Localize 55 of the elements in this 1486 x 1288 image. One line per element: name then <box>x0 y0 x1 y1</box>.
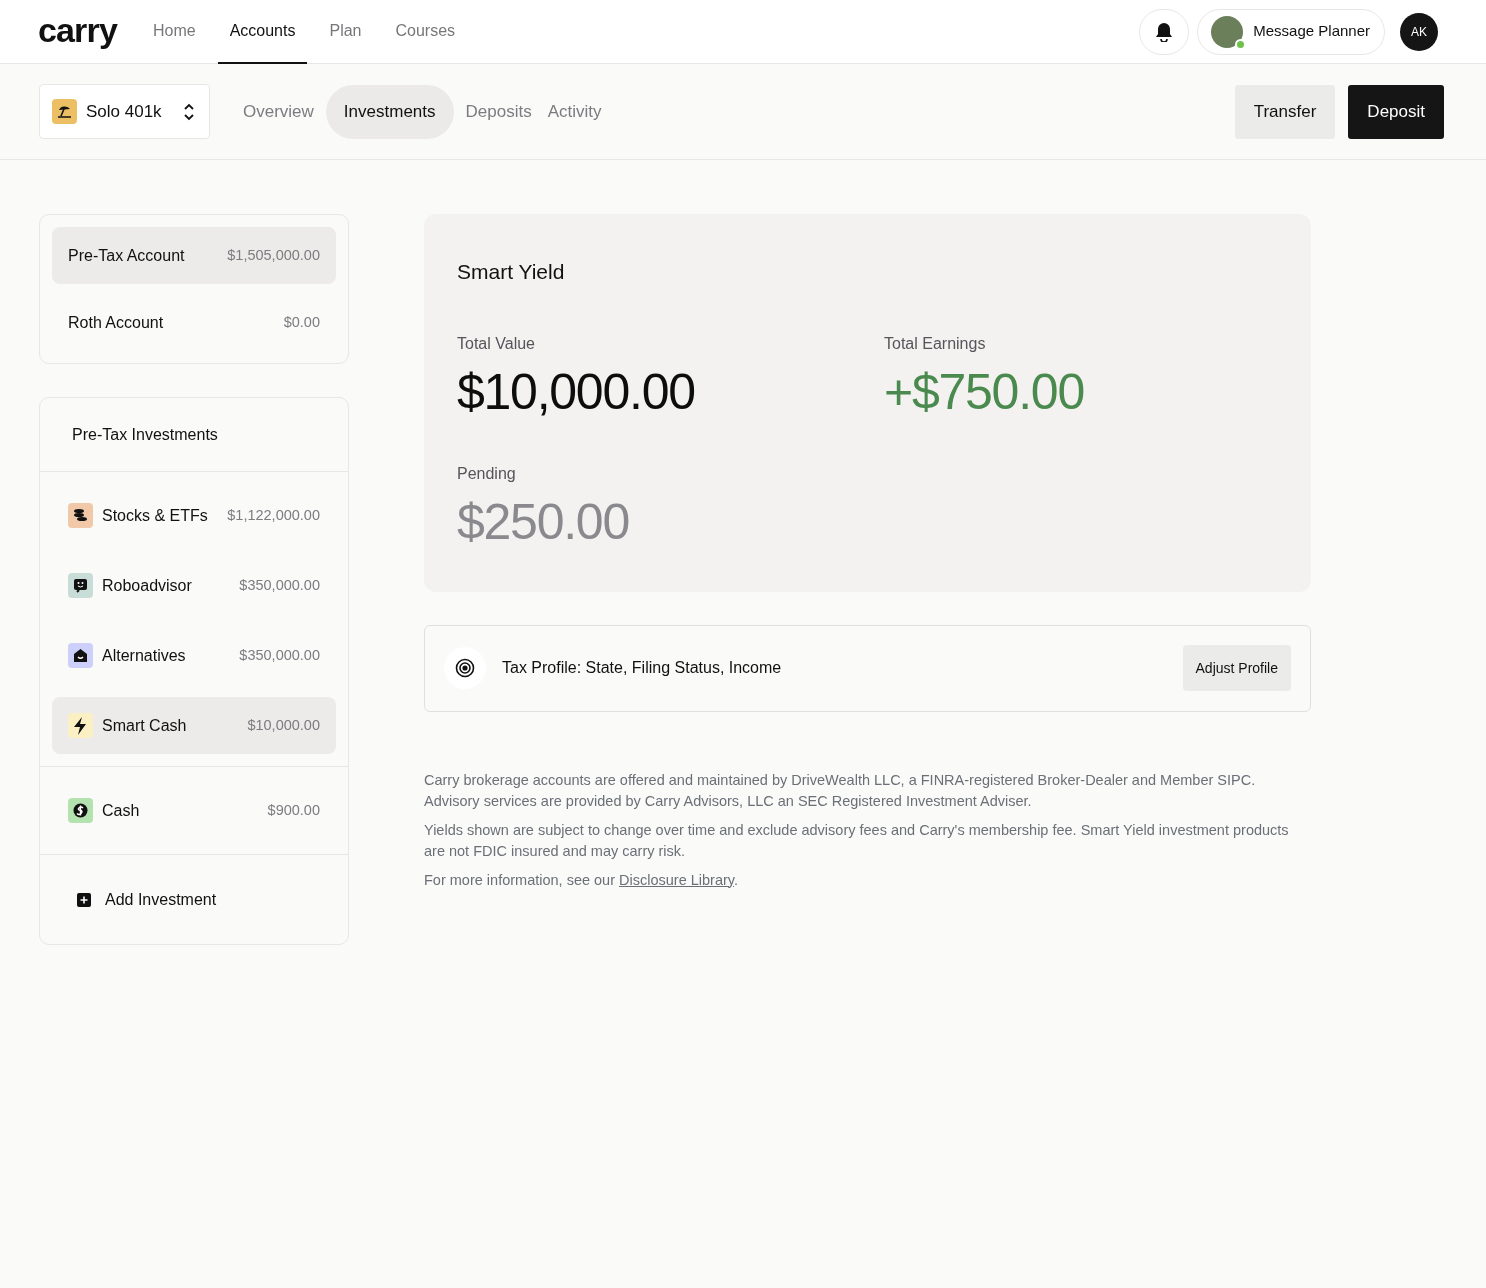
account-amount: $0.00 <box>283 312 320 332</box>
logo[interactable]: carry <box>38 12 117 47</box>
investment-name: Smart Cash <box>102 715 188 736</box>
account-name: Pre-Tax Account <box>68 245 185 266</box>
stat-label: Total Value <box>457 333 536 354</box>
tab[interactable]: Investments <box>325 84 454 139</box>
transfer-button[interactable]: Transfer <box>1234 84 1336 139</box>
nav-link[interactable]: Accounts <box>217 0 308 64</box>
account-name: Roth Account <box>68 312 164 333</box>
stat-value: +$750.00 <box>884 362 1085 422</box>
investment-name: Cash <box>102 800 141 821</box>
stat-label: Pending <box>457 463 517 484</box>
beach-umbrella-icon <box>52 99 77 124</box>
target-icon <box>455 658 475 678</box>
investment-row[interactable]: Smart Cash $10,000.00 <box>52 697 336 754</box>
disclosure-library-link[interactable]: Disclosure Library <box>619 871 734 888</box>
tab[interactable]: Deposits <box>461 84 536 139</box>
investment-row[interactable]: Alternatives $350,000.00 <box>52 627 336 684</box>
investment-amount: $350,000.00 <box>239 575 320 595</box>
card-title: Smart Yield <box>457 259 566 285</box>
investment-row[interactable]: Stocks & ETFs $1,122,000.00 <box>52 487 336 544</box>
tab[interactable]: Overview <box>239 84 318 139</box>
investment-row[interactable]: Cash $900.00 <box>52 782 336 839</box>
deposit-button[interactable]: Deposit <box>1348 84 1444 139</box>
stat-value: $250.00 <box>457 492 630 552</box>
investment-name: Stocks & ETFs <box>102 505 209 526</box>
chevron-up-down-icon <box>183 102 195 121</box>
investment-amount: $900.00 <box>267 800 320 820</box>
investment-amount: $1,122,000.00 <box>227 505 320 525</box>
tab[interactable]: Activity <box>543 84 606 139</box>
investment-amount: $10,000.00 <box>247 715 320 735</box>
tax-profile-text: Tax Profile: State, Filing Status, Income <box>502 658 783 678</box>
account-row[interactable]: Pre-Tax Account $1,505,000.00 <box>52 227 336 284</box>
account-selector[interactable]: Solo 401k <box>39 84 210 139</box>
add-investment-button[interactable]: Add Investment <box>40 855 348 944</box>
stat-label: Total Earnings <box>884 333 987 354</box>
investment-amount: $350,000.00 <box>239 645 320 665</box>
disclosure-text: Yields shown are subject to change over time and exclude advisory fees and Carry's membership fee. Smart Yield investment products are not FDIC insured and may carry risk. <box>424 820 1290 861</box>
nav-link[interactable]: Home <box>140 0 208 64</box>
adjust-profile-button[interactable]: Adjust Profile <box>1182 645 1291 691</box>
nav-link[interactable]: Courses <box>383 0 468 64</box>
section-title: Pre-Tax Investments <box>40 398 348 472</box>
account-row[interactable]: Roth Account $0.00 <box>52 294 336 351</box>
bell-icon <box>1155 21 1174 42</box>
disclosure-text: Carry brokerage accounts are offered and maintained by DriveWealth LLC, a FINRA-registered Broker-Dealer and Member SIPC. Advisory services are provided by Carry Advisors, LLC an SEC Registered Investment Adviser. <box>424 770 1257 811</box>
stat-value: $10,000.00 <box>457 362 696 422</box>
user-avatar[interactable]: AK <box>1400 12 1438 51</box>
disclosure-text: For more information, see our Disclosure Library. <box>424 870 740 890</box>
plus-icon <box>77 892 91 907</box>
nav-link[interactable]: Plan <box>317 0 374 64</box>
account-amount: $1,505,000.00 <box>227 245 320 265</box>
avatar <box>1211 15 1244 48</box>
investment-name: Roboadvisor <box>102 575 193 596</box>
investment-name: Alternatives <box>102 645 187 666</box>
investment-row[interactable]: Roboadvisor $350,000.00 <box>52 557 336 614</box>
